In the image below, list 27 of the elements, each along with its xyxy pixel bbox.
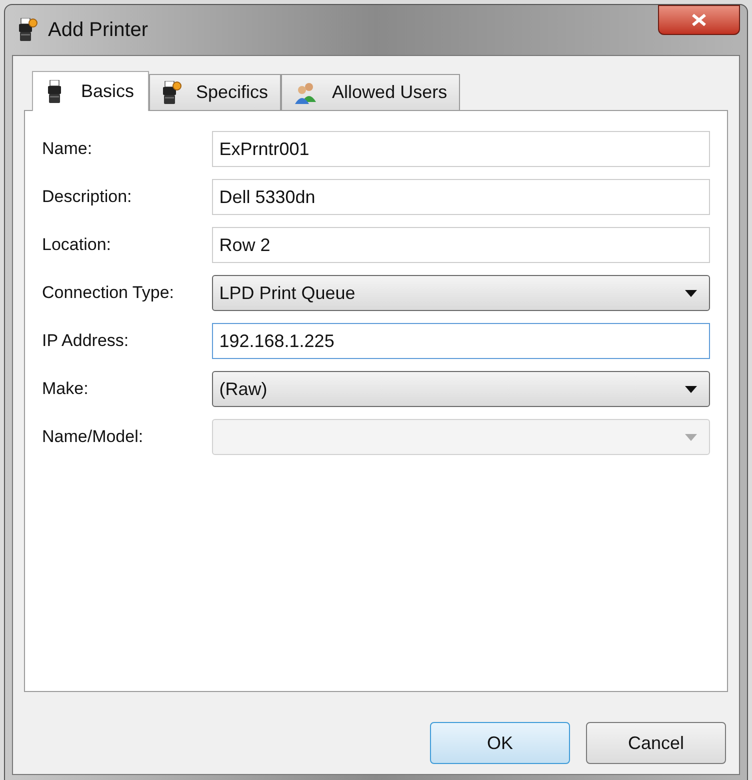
caret-icon xyxy=(685,290,697,296)
field-label: IP Address: xyxy=(42,330,130,352)
tab[interactable]: Specifics xyxy=(149,74,282,110)
input-field[interactable]: 192.168.1.225 xyxy=(212,323,710,359)
printer-icon xyxy=(162,80,182,104)
input-field[interactable]: Dell 5330dn xyxy=(212,179,710,215)
dialog-button[interactable]: OK xyxy=(430,722,570,764)
field-label: Name: xyxy=(42,138,94,160)
field-label: Description: xyxy=(42,186,133,208)
dropdown[interactable]: LPD Print Queue xyxy=(212,275,710,311)
caret-icon xyxy=(685,386,697,392)
close-icon xyxy=(692,14,706,26)
field-label: Name/Model: xyxy=(42,426,144,448)
dropdown[interactable]: (Raw) xyxy=(212,371,710,407)
printer-icon xyxy=(18,18,38,42)
caret-icon xyxy=(685,434,697,440)
input-field[interactable]: ExPrntr001 xyxy=(212,131,710,167)
field-label: Location: xyxy=(42,234,112,256)
tab[interactable]: Allowed Users xyxy=(281,74,460,110)
users-icon xyxy=(294,82,318,104)
dialog-button[interactable]: Cancel xyxy=(586,722,726,764)
field-label: Make: xyxy=(42,378,90,400)
input-field[interactable]: Row 2 xyxy=(212,227,710,263)
field-label: Connection Type: xyxy=(42,282,175,304)
window-title: Add Printer xyxy=(48,18,148,43)
tab[interactable]: Basics xyxy=(32,71,150,111)
close-button[interactable] xyxy=(658,5,740,35)
